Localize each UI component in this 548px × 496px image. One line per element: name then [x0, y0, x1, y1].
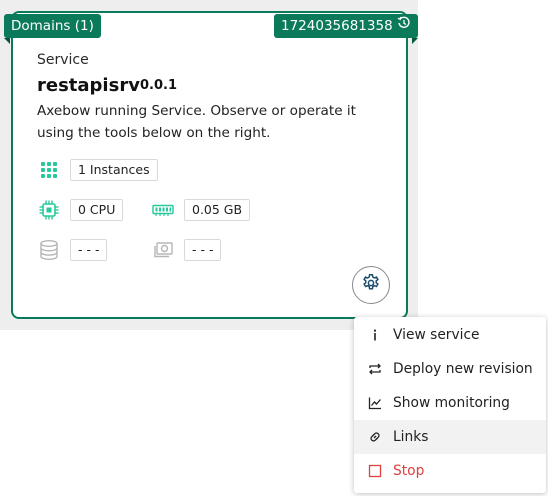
volume-disk-icon: [152, 239, 174, 261]
memory-value: 0.05 GB: [184, 199, 251, 221]
menu-item-label: View service: [393, 327, 480, 343]
volume-metric: - - -: [152, 239, 222, 261]
stop-square-icon: [367, 463, 383, 479]
menu-item-links[interactable]: Links: [354, 420, 546, 454]
swap-arrows-icon: [367, 361, 383, 377]
line-chart-icon: [367, 395, 383, 411]
service-kind-label: Service: [37, 52, 89, 68]
cpu-value: 0 CPU: [70, 199, 124, 221]
info-icon: [367, 327, 383, 343]
revision-id: 1724035681358: [281, 18, 393, 34]
menu-item-stop[interactable]: Stop: [354, 454, 546, 488]
cpu-metric: 0 CPU: [38, 199, 124, 221]
actions-gear-button[interactable]: [352, 266, 390, 304]
volume-value: - - -: [184, 239, 222, 261]
database-icon: [38, 239, 60, 261]
instances-metric: 1 Instances: [38, 159, 158, 181]
menu-item-label: Links: [393, 429, 429, 445]
memory-metric: 0.05 GB: [152, 199, 251, 221]
actions-menu: View service Deploy new revision Show mo…: [354, 317, 546, 493]
gear-icon: [361, 273, 381, 297]
domains-tag[interactable]: Domains (1): [4, 14, 101, 44]
history-icon: [397, 14, 411, 38]
menu-item-label: Deploy new revision: [393, 361, 533, 377]
instances-grid-icon: [38, 159, 60, 181]
link-icon: [367, 429, 383, 445]
service-name: restapisrv: [37, 75, 140, 96]
menu-item-deploy-new-revision[interactable]: Deploy new revision: [354, 352, 546, 386]
instances-value: 1 Instances: [70, 159, 158, 181]
menu-item-view-service[interactable]: View service: [354, 318, 546, 352]
revision-tag[interactable]: 1724035681358: [274, 14, 418, 44]
memory-ram-icon: [152, 199, 174, 221]
cpu-chip-icon: [38, 199, 60, 221]
menu-item-label: Stop: [393, 463, 425, 479]
service-description: Axebow running Service. Observe or opera…: [37, 103, 357, 141]
service-version: 0.0.1: [140, 78, 178, 93]
storage-metric: - - -: [38, 239, 108, 261]
storage-value: - - -: [70, 239, 108, 261]
menu-item-label: Show monitoring: [393, 395, 510, 411]
menu-item-show-monitoring[interactable]: Show monitoring: [354, 386, 546, 420]
